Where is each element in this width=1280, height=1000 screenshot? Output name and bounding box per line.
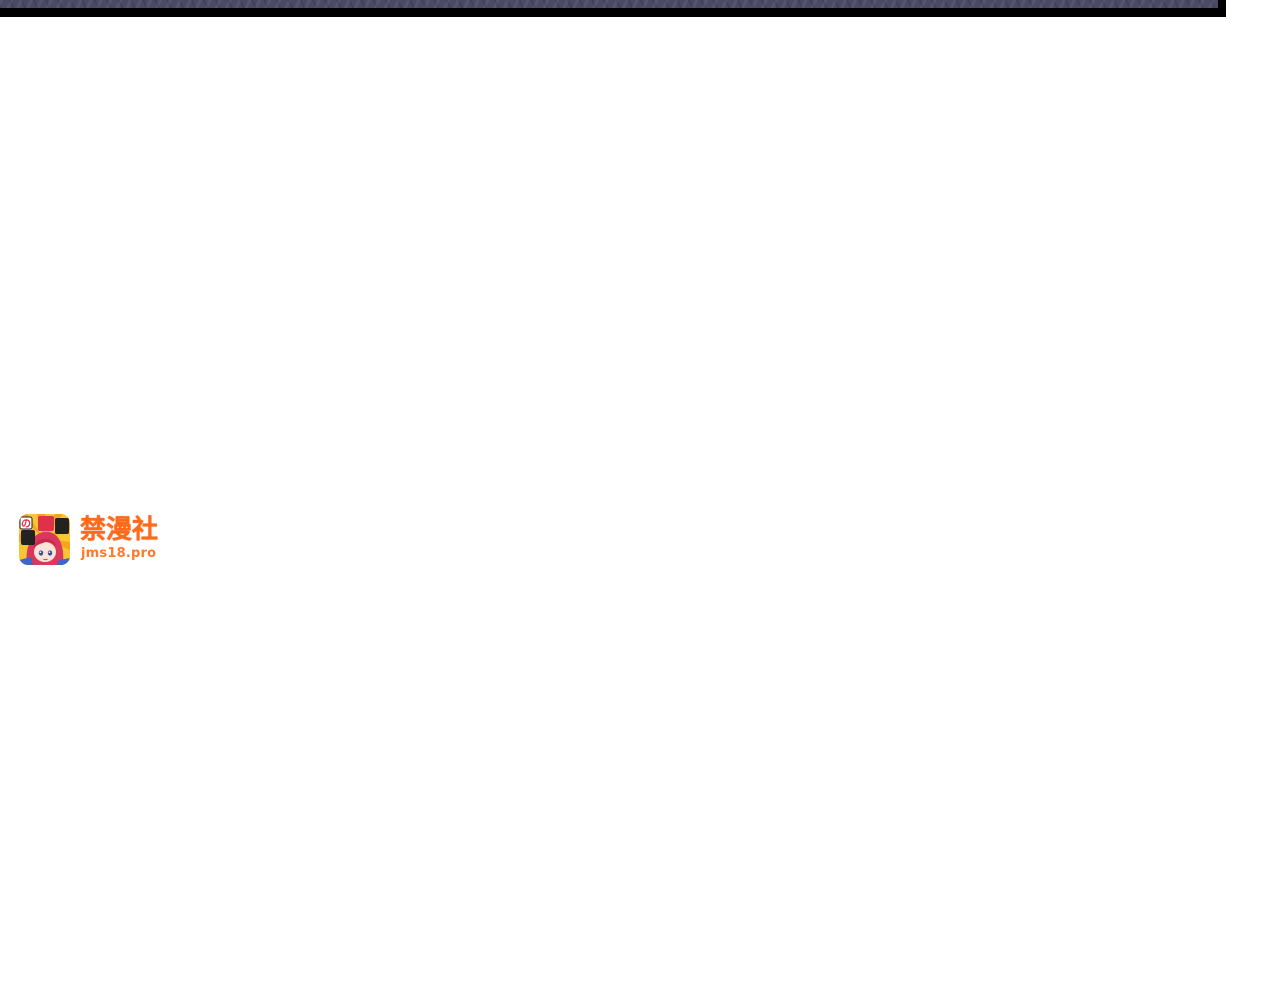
brand-url: jms18.pro [81, 546, 157, 561]
svg-text:の: の [21, 519, 31, 530]
comic-panel-image [0, 0, 1218, 8]
site-watermark: の 禁漫社 jms18.pro [19, 514, 169, 566]
app-logo-icon: の [19, 514, 70, 565]
comic-panel-bottom-edge [0, 0, 1226, 17]
brand-name: 禁漫社 [80, 515, 159, 545]
reader-page: の 禁漫社 jms18.pro [0, 0, 1280, 1000]
